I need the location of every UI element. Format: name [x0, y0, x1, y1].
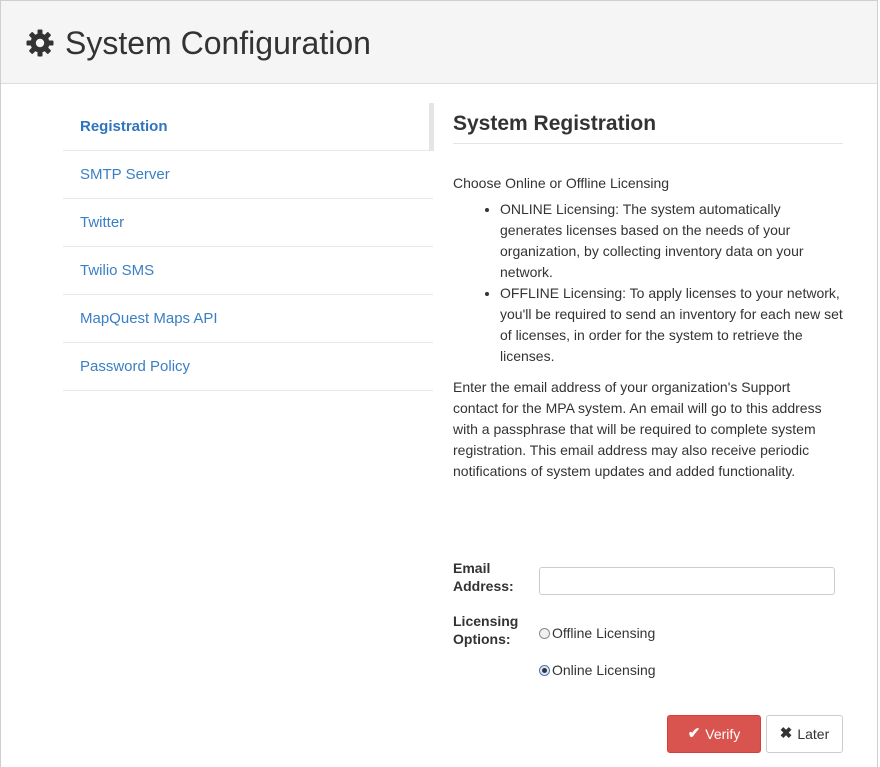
- sidebar-item-label: SMTP Server: [80, 166, 170, 183]
- active-item-indicator: [429, 103, 434, 151]
- sidebar-item-label: Twilio SMS: [80, 262, 155, 279]
- later-label: Later: [797, 726, 830, 742]
- sidebar-item-label: Twitter: [80, 214, 125, 231]
- label-line: Licensing: [453, 613, 519, 629]
- verify-button[interactable]: ✔ Verify: [667, 715, 761, 753]
- section-title: System Registration: [453, 103, 843, 144]
- licensing-options-list: ONLINE Licensing: The system automatical…: [453, 199, 843, 367]
- list-item: ONLINE Licensing: The system automatical…: [500, 199, 843, 283]
- email-address-input[interactable]: [539, 567, 835, 595]
- sidebar-item-label: Password Policy: [80, 358, 191, 375]
- sidebar-item-label: Registration: [80, 118, 168, 135]
- gear-icon: [25, 28, 55, 58]
- label-line: Options:: [453, 631, 511, 647]
- label-line: Address:: [453, 578, 514, 594]
- online-licensing-radio[interactable]: [539, 664, 550, 676]
- radio-label: Online Licensing: [552, 662, 656, 678]
- checkmark-icon: ✔: [687, 725, 701, 742]
- sidebar-item-twitter[interactable]: Twitter: [63, 199, 433, 247]
- system-configuration-window: System Configuration Registration SMTP S…: [0, 0, 878, 767]
- sidebar-item-smtp-server[interactable]: SMTP Server: [63, 151, 433, 199]
- sidebar-nav: Registration SMTP Server Twitter Twilio …: [63, 103, 433, 391]
- email-description: Enter the email address of your organiza…: [453, 379, 822, 479]
- modal-header: System Configuration: [1, 1, 877, 84]
- online-licensing-option[interactable]: Online Licensing: [539, 662, 656, 678]
- offline-licensing-option[interactable]: Offline Licensing: [539, 625, 655, 641]
- page-title-text: System Configuration: [65, 25, 371, 61]
- close-icon: ✖: [779, 725, 793, 742]
- page-title: System Configuration: [25, 23, 371, 63]
- sidebar-item-password-policy[interactable]: Password Policy: [63, 343, 433, 391]
- radio-label: Offline Licensing: [552, 625, 656, 641]
- sidebar-item-registration[interactable]: Registration: [63, 103, 433, 151]
- sidebar-item-twilio-sms[interactable]: Twilio SMS: [63, 247, 433, 295]
- email-address-label: Email Address:: [453, 559, 514, 595]
- registration-panel: System Registration Choose Online or Off…: [453, 103, 843, 482]
- list-item: OFFLINE Licensing: To apply licenses to …: [500, 283, 843, 367]
- verify-label: Verify: [705, 726, 741, 742]
- label-line: Email: [453, 560, 491, 576]
- later-button[interactable]: ✖ Later: [766, 715, 843, 753]
- licensing-options-label: Licensing Options:: [453, 612, 518, 648]
- sidebar-item-label: MapQuest Maps API: [80, 310, 218, 327]
- licensing-intro: Choose Online or Offline Licensing: [453, 175, 670, 191]
- sidebar-item-mapquest-maps-api[interactable]: MapQuest Maps API: [63, 295, 433, 343]
- offline-licensing-radio[interactable]: [539, 627, 550, 639]
